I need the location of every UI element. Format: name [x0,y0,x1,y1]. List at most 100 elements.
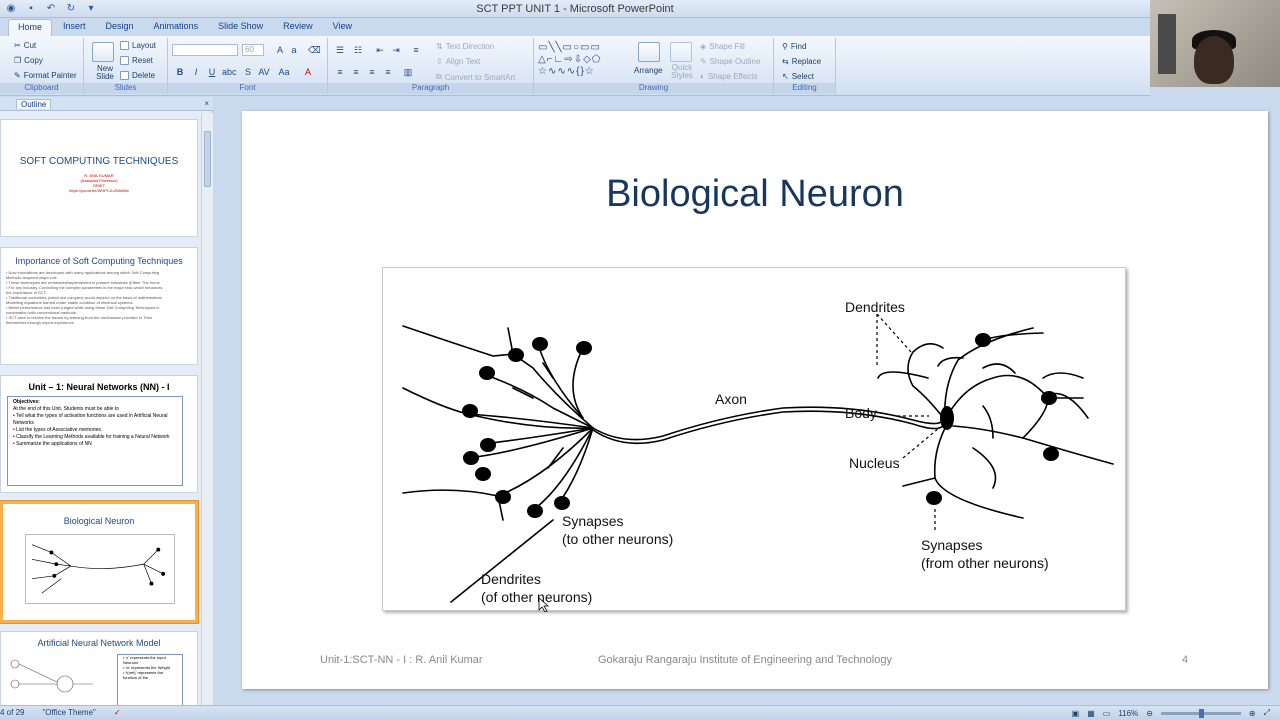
convert-smartart-button[interactable]: ⧉ Convert to SmartArt [436,72,515,82]
shape-fill-button[interactable]: ◈ Shape Fill [700,42,745,51]
slide-thumb-3[interactable]: Unit – 1: Neural Networks (NN) - I Objec… [0,375,198,493]
scrollbar-thumb[interactable] [204,131,211,187]
normal-view-icon[interactable]: ▣ [1072,709,1080,718]
arrange-icon[interactable] [638,42,660,62]
label-nucleus: Nucleus [849,455,900,471]
slides-pane: Outline × SOFT COMPUTING TECHNIQUES R. A… [0,97,213,705]
zoom-in-icon[interactable]: ⊕ [1249,709,1256,718]
shape-effects-button[interactable]: ◐ Shape Effects [700,72,758,81]
select-button[interactable]: ↖ Select [782,72,814,81]
delete-icon [120,71,129,80]
spellcheck-icon[interactable]: ✓ [114,708,121,717]
align-center-icon[interactable]: ≡ [350,66,362,78]
font-name-field[interactable] [172,44,238,56]
new-slide-icon[interactable] [92,42,114,62]
shapes-gallery[interactable]: ▭╲╲▭○▭▭ △⌐∟⇨⇩◇⬠ ☆∿∿∿{}☆ [538,42,622,80]
shadow-icon[interactable]: S [242,66,254,78]
grow-font-icon[interactable]: A [274,44,286,56]
quick-styles-button[interactable]: Quick Styles [670,64,694,80]
label-axon: Axon [715,391,747,407]
label-dendrites-bottom-sub: (of other neurons) [481,589,592,605]
numbering-icon[interactable]: ☷ [352,44,364,56]
slide-thumbnails: SOFT COMPUTING TECHNIQUES R. ANIL KUMAR … [0,113,201,705]
text-direction-icon: ⇅ [436,42,443,51]
current-slide[interactable]: Biological Neuron Dendrites Axon Body Nu… [242,111,1268,689]
paragraph-group: ☰ ☷ ⇤ ⇥ ≡ ≡ ≡ ≡ ≡ ▥ ⇅ Text Direction ⇳ Ali… [328,38,534,94]
delete-button[interactable]: Delete [120,71,155,80]
tab-view[interactable]: View [324,19,361,36]
neuron-diagram[interactable]: Dendrites Axon Body Nucleus Synapses (to… [382,267,1126,612]
line-spacing-icon[interactable]: ≡ [410,44,422,56]
slide-thumb-4[interactable]: Biological Neuron [0,501,198,623]
drawing-label: Drawing [534,83,773,94]
font-color-icon[interactable]: A [302,66,314,78]
tab-outline[interactable]: Outline [16,99,52,109]
change-case-icon[interactable]: Aa [278,66,290,78]
copy-button[interactable]: ❐ Copy [14,56,43,65]
copy-icon: ❐ [14,56,22,65]
layout-button[interactable]: Layout [120,41,156,50]
char-spacing-icon[interactable]: AV [258,66,270,78]
align-text-button[interactable]: ⇳ Align Text [436,57,480,66]
paragraph-label: Paragraph [328,83,533,94]
italic-icon[interactable]: I [190,66,202,78]
font-size-field[interactable]: 60 [242,44,264,56]
replace-button[interactable]: ⇆ Replace [782,57,821,66]
text-direction-button[interactable]: ⇅ Text Direction [436,42,494,51]
clear-format-icon[interactable]: ⌫ [308,44,321,56]
cursor-icon: ↖ [782,72,789,81]
format-painter-button[interactable]: ✎ Format Painter [14,71,77,80]
presenter-face [1194,36,1234,84]
arrange-button[interactable]: Arrange [634,66,662,75]
close-pane-icon[interactable]: × [204,99,209,108]
font-group: 60 A a ⌫ B I U abc S AV Aa A Font [168,38,328,94]
align-right-icon[interactable]: ≡ [366,66,378,78]
slide-thumb-1[interactable]: SOFT COMPUTING TECHNIQUES R. ANIL KUMAR … [0,119,198,237]
tab-review[interactable]: Review [274,19,322,36]
bold-icon[interactable]: B [174,66,186,78]
reset-icon [120,56,129,65]
tab-slide-show[interactable]: Slide Show [209,19,272,36]
layout-icon [120,41,129,50]
justify-icon[interactable]: ≡ [382,66,394,78]
window-title: SCT PPT UNIT 1 - Microsoft PowerPoint [476,3,674,15]
fit-to-window-icon[interactable]: ⤢ [1264,708,1270,718]
zoom-level[interactable]: 116% [1118,709,1138,718]
slide-title[interactable]: Biological Neuron [242,173,1268,216]
slides-group: New Slide Layout Reset Delete Slides [84,38,168,94]
zoom-out-icon[interactable]: ⊖ [1146,709,1153,718]
slide-thumb-2[interactable]: Importance of Soft Computing Techniques … [0,247,198,365]
quick-styles-icon[interactable] [670,42,692,62]
columns-icon[interactable]: ▥ [402,66,414,78]
bullets-icon[interactable]: ☰ [334,44,346,56]
find-button[interactable]: ⚲ Find [782,42,806,51]
new-slide-button[interactable]: New Slide [90,65,120,81]
slide-number: 4 [1182,654,1189,666]
thumbnail-scrollbar[interactable] [201,113,213,705]
status-bar: 4 of 29 "Office Theme" ✓ ▣ ▦ ▭ 116% ⊖ ⊕ … [0,705,1280,720]
strikethrough-icon[interactable]: abc [222,66,237,78]
theme-name: "Office Theme" [42,708,96,717]
zoom-slider[interactable] [1160,708,1241,718]
underline-icon[interactable]: U [206,66,218,78]
tab-animations[interactable]: Animations [145,19,208,36]
binoculars-icon: ⚲ [782,42,788,51]
pen-icon: ✎ [700,57,707,66]
tab-design[interactable]: Design [97,19,143,36]
increase-indent-icon[interactable]: ⇥ [390,44,402,56]
slideshow-view-icon[interactable]: ▭ [1103,709,1111,718]
pane-tabs: Outline × [0,97,213,111]
decrease-indent-icon[interactable]: ⇤ [374,44,386,56]
tab-insert[interactable]: Insert [54,19,95,36]
align-left-icon[interactable]: ≡ [334,66,346,78]
shrink-font-icon[interactable]: a [288,44,300,56]
cut-button[interactable]: ✂ Cut [14,41,36,50]
sorter-view-icon[interactable]: ▦ [1087,709,1095,718]
slide-edit-area: Biological Neuron Dendrites Axon Body Nu… [213,97,1280,705]
webcam-overlay [1150,0,1280,87]
shape-outline-button[interactable]: ✎ Shape Outline [700,57,760,66]
effects-icon: ◐ [700,72,705,81]
tab-home[interactable]: Home [8,19,53,36]
slide-thumb-5[interactable]: Artificial Neural Network Model • 'x' re… [0,631,198,705]
reset-button[interactable]: Reset [120,56,153,65]
